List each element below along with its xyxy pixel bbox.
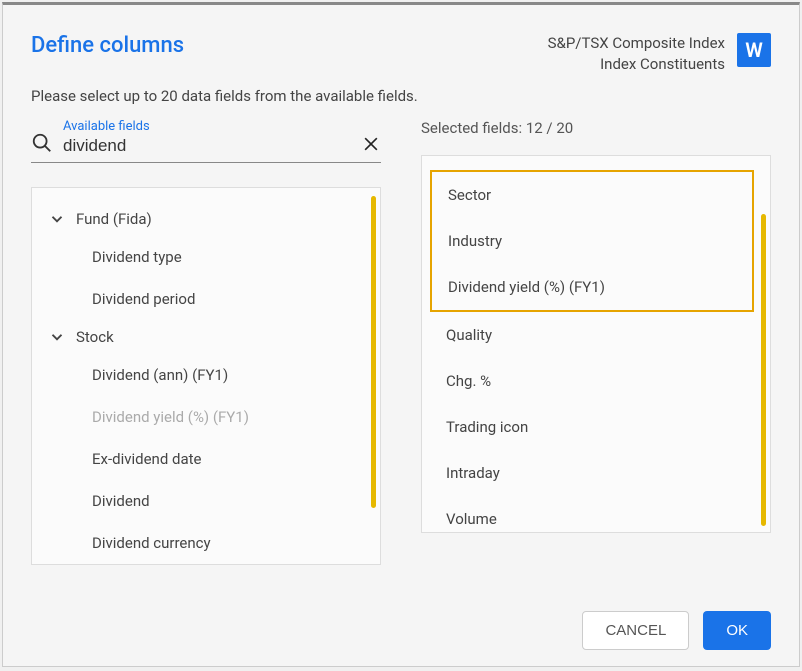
selected-field-item[interactable]: Chg. % (430, 358, 754, 404)
selected-remaining: QualityChg. %Trading iconIntradayVolumeL… (428, 312, 764, 532)
selected-column: Selected fields: 12 / 20 SectorIndustryD… (421, 119, 771, 565)
available-field-item[interactable]: Dividend period (86, 278, 374, 320)
selected-field-item[interactable]: Intraday (430, 450, 754, 496)
search-field-wrap: Available fields (63, 119, 351, 156)
define-columns-dialog: Define columns S&P/TSX Composite Index I… (2, 2, 800, 667)
search-icon (31, 132, 53, 156)
instruction-text: Please select up to 20 data fields from … (3, 83, 799, 119)
selected-list[interactable]: SectorIndustryDividend yield (%) (FY1)Qu… (422, 156, 770, 532)
selected-field-item[interactable]: Industry (432, 218, 752, 264)
chevron-down-icon (48, 328, 66, 346)
ok-button[interactable]: OK (703, 611, 771, 650)
dialog-title: Define columns (31, 33, 184, 58)
group-label: Stock (76, 328, 114, 346)
selected-field-item[interactable]: Sector (432, 172, 752, 218)
group-header[interactable]: Stock (38, 320, 374, 354)
cancel-button[interactable]: CANCEL (582, 611, 689, 650)
group-label: Fund (Fida) (76, 210, 152, 228)
available-column: Available fields Fund (Fida) Dividend typ… (31, 119, 381, 565)
group-items: Dividend typeDividend period (38, 236, 374, 320)
selected-field-item[interactable]: Quality (430, 312, 754, 358)
search-row: Available fields (31, 119, 381, 163)
selected-field-item[interactable]: Dividend yield (%) (FY1) (432, 264, 752, 310)
available-field-item: Dividend yield (%) (FY1) (86, 396, 374, 438)
dialog-body: Available fields Fund (Fida) Dividend typ… (3, 119, 799, 565)
selected-field-item[interactable]: Volume (430, 496, 754, 532)
selected-field-item[interactable]: Trading icon (430, 404, 754, 450)
app-badge: W (737, 33, 771, 67)
dialog-header: Define columns S&P/TSX Composite Index I… (3, 5, 799, 83)
selected-panel: SectorIndustryDividend yield (%) (FY1)Qu… (421, 155, 771, 533)
available-field-item[interactable]: Dividend currency (86, 522, 374, 564)
available-field-item[interactable]: Dividend (ann) (FY1) (86, 354, 374, 396)
selected-count-label: Selected fields: 12 / 20 (421, 119, 771, 137)
close-icon[interactable] (361, 134, 381, 156)
dialog-footer: CANCEL OK (582, 611, 771, 650)
available-panel: Fund (Fida) Dividend typeDividend period S… (31, 187, 381, 565)
selected-scrollbar[interactable] (761, 214, 766, 526)
search-label: Available fields (63, 119, 351, 134)
header-right: S&P/TSX Composite Index Index Constituen… (548, 33, 771, 75)
group-header[interactable]: Fund (Fida) (38, 202, 374, 236)
available-scrollbar[interactable] (371, 196, 376, 508)
highlighted-selection: SectorIndustryDividend yield (%) (FY1) (430, 170, 754, 312)
search-input[interactable] (63, 136, 351, 156)
context-line2: Index Constituents (548, 54, 725, 75)
available-field-item[interactable]: Dividend (86, 480, 374, 522)
group-items: Dividend (ann) (FY1)Dividend yield (%) (… (38, 354, 374, 564)
chevron-down-icon (48, 210, 66, 228)
available-field-item[interactable]: Ex-dividend date (86, 438, 374, 480)
context-info: S&P/TSX Composite Index Index Constituen… (548, 33, 725, 75)
context-line1: S&P/TSX Composite Index (548, 33, 725, 54)
available-field-item[interactable]: Dividend type (86, 236, 374, 278)
available-list[interactable]: Fund (Fida) Dividend typeDividend period S… (32, 188, 380, 564)
